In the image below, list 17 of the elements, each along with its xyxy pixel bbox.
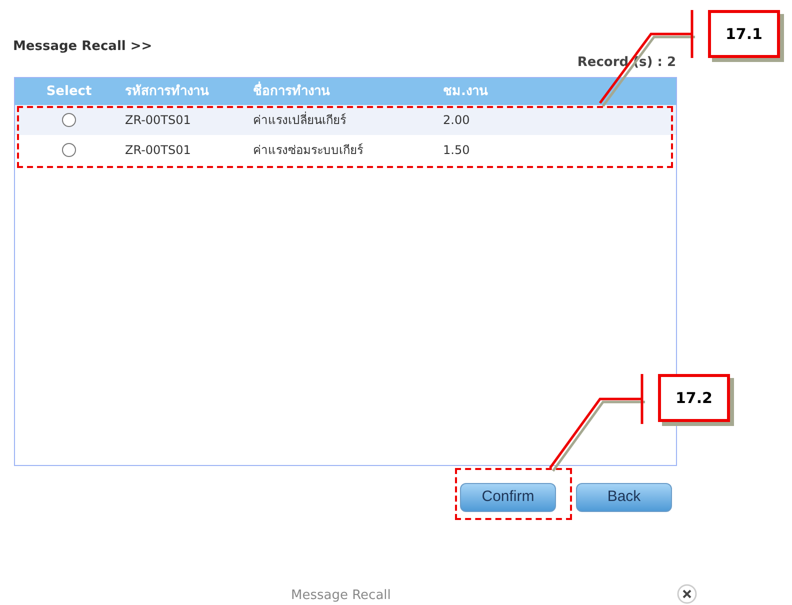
footer-title: Message Recall (291, 587, 391, 605)
table-cell-text: ZR-00TS01 (124, 142, 192, 159)
column-header: ชม.งาน (443, 82, 489, 101)
close-icon[interactable] (677, 584, 697, 604)
table-cell-text: ZR-00TS01 (124, 112, 192, 129)
table-cell-text: ค่าแรงซ่อมระบบเกียร์ (253, 142, 364, 159)
table-cell-text: ค่าแรงเปลี่ยนเกียร์ (253, 111, 347, 129)
radio-button[interactable] (62, 143, 76, 157)
column-header: รหัสการทำงาน (124, 82, 210, 101)
back-button[interactable]: Back (576, 483, 672, 512)
page-title: Message Recall >> (13, 38, 152, 56)
confirm-button[interactable]: Confirm (460, 483, 556, 512)
radio-button[interactable] (62, 113, 76, 127)
column-header: Select (45, 82, 93, 101)
table-cell-text: 1.50 (443, 142, 471, 159)
column-header: ชื่อการทำงาน (253, 82, 331, 101)
table-cell-text: 2.00 (443, 112, 471, 129)
